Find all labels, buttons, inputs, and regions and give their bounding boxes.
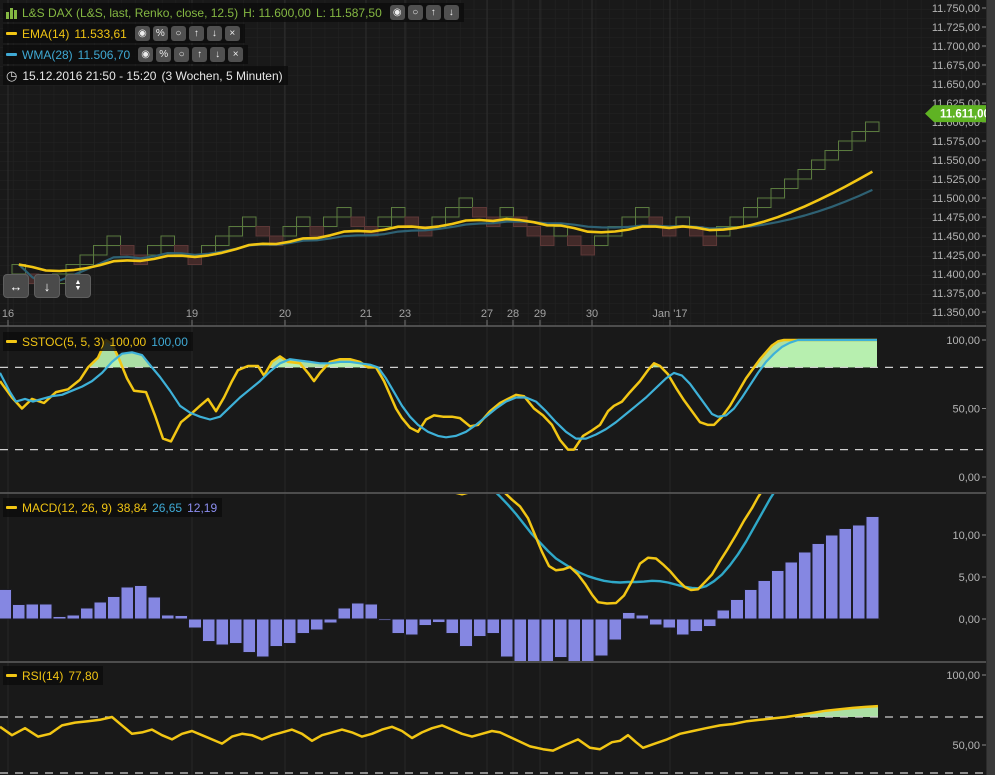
stochastic-label: SSTOC(5, 5, 3) (22, 334, 105, 349)
rsi-label: RSI(14) (22, 668, 64, 683)
svg-text:0,00: 0,00 (959, 472, 980, 484)
svg-text:11.525,00: 11.525,00 (932, 174, 980, 186)
svg-text:11.650,00: 11.650,00 (932, 79, 980, 91)
svg-text:11.725,00: 11.725,00 (932, 22, 980, 34)
clock-icon: ◷ (6, 68, 18, 83)
svg-text:11.611,00: 11.611,00 (940, 109, 990, 121)
stochastic-legend: SSTOC(5, 5, 3) 100,00 100,00 (3, 332, 193, 353)
wma-row: WMA(28) 11.506,70 ◉% ○ ↑ ↓ × (3, 45, 249, 64)
percent-button[interactable]: % (156, 47, 172, 62)
instrument-low: L: 11.587,50 (315, 5, 382, 20)
wma-label: WMA(28) (22, 47, 73, 62)
macd-hist-value: 12,19 (187, 500, 218, 515)
trading-chart-window: 11.750,00 11.725,00 11.700,00 11.675,00 11.6… (0, 0, 995, 775)
svg-text:5,00: 5,00 (959, 572, 980, 584)
svg-text:28: 28 (507, 308, 519, 320)
stochastic-legend-row: SSTOC(5, 5, 3) 100,00 100,00 (3, 332, 193, 351)
svg-text:100,00: 100,00 (946, 670, 980, 682)
svg-text:29: 29 (534, 308, 546, 320)
arrow-down-button[interactable]: ↓ (443, 5, 459, 20)
svg-text:27: 27 (481, 308, 493, 320)
rsi-value: 77,80 (68, 668, 99, 683)
circle-button[interactable]: ○ (407, 5, 423, 20)
stochastic-k-value: 100,00 (109, 334, 147, 349)
ema-label: EMA(14) (22, 26, 70, 41)
wma-value: 11.506,70 (77, 47, 131, 62)
svg-text:11.675,00: 11.675,00 (932, 60, 980, 72)
svg-text:100,00: 100,00 (946, 335, 980, 347)
scroll-down-button[interactable]: ↓ (34, 274, 60, 298)
close-button[interactable]: × (224, 26, 240, 41)
macd-signal-value: 26,65 (152, 500, 183, 515)
macd-label: MACD(12, 26, 9) (22, 500, 113, 515)
svg-text:11.500,00: 11.500,00 (932, 193, 980, 205)
rsi-legend: RSI(14) 77,80 (3, 666, 104, 687)
triangle-down-icon: ▼ (74, 285, 82, 292)
close-button[interactable]: × (228, 47, 244, 62)
instrument-icon (6, 7, 17, 19)
svg-text:11.475,00: 11.475,00 (932, 212, 980, 224)
instrument-toolbar: ◉ ○ ↑ ↓ (387, 5, 459, 20)
time-range-text: 15.12.2016 21:50 - 15:20 (22, 68, 157, 83)
svg-text:30: 30 (586, 308, 598, 320)
stochastic-color-swatch (6, 340, 17, 343)
macd-legend: MACD(12, 26, 9) 38,84 26,65 12,19 (3, 498, 223, 519)
circle-button[interactable]: ○ (170, 26, 186, 41)
time-range-row: ◷ 15.12.2016 21:50 - 15:20 (3 Wochen, 5 … (3, 66, 288, 85)
eye-button[interactable]: ◉ (134, 26, 150, 41)
rsi-color-swatch (6, 674, 17, 677)
svg-text:23: 23 (399, 308, 411, 320)
ema-toolbar: ◉% ○ ↑ ↓ × (132, 26, 240, 41)
rsi-legend-row: RSI(14) 77,80 (3, 666, 104, 685)
svg-text:11.700,00: 11.700,00 (932, 41, 980, 53)
svg-text:11.375,00: 11.375,00 (932, 288, 980, 300)
stochastic-d-value: 100,00 (151, 334, 188, 349)
arrow-up-button[interactable]: ↑ (425, 5, 441, 20)
instrument-row: L&S DAX (L&S, last, Renko, close, 12.5) … (3, 3, 464, 22)
scroll-horizontal-button[interactable]: ↔ (3, 274, 29, 298)
wma-color-swatch (6, 53, 17, 56)
svg-text:11.750,00: 11.750,00 (932, 3, 980, 15)
svg-text:16: 16 (2, 308, 14, 320)
svg-text:11.450,00: 11.450,00 (932, 231, 980, 243)
arrow-down-button[interactable]: ↓ (210, 47, 226, 62)
macd-legend-row: MACD(12, 26, 9) 38,84 26,65 12,19 (3, 498, 223, 517)
svg-text:11.575,00: 11.575,00 (932, 136, 980, 148)
svg-text:10,00: 10,00 (952, 530, 980, 542)
chart-canvas[interactable]: 11.750,00 11.725,00 11.700,00 11.675,00 11.6… (0, 0, 995, 775)
eye-button[interactable]: ◉ (138, 47, 154, 62)
wma-toolbar: ◉% ○ ↑ ↓ × (135, 47, 244, 62)
svg-text:11.550,00: 11.550,00 (932, 155, 980, 167)
arrow-up-button[interactable]: ↑ (188, 26, 204, 41)
fit-vertical-button[interactable]: ▲ ▼ (65, 274, 91, 298)
svg-text:21: 21 (360, 308, 372, 320)
chart-bottom-toolbar: ↔ ↓ ▲ ▼ (3, 274, 96, 298)
svg-text:Jan '17: Jan '17 (652, 308, 687, 320)
svg-text:19: 19 (186, 308, 198, 320)
macd-value: 38,84 (117, 500, 148, 515)
ema-color-swatch (6, 32, 17, 35)
arrow-down-button[interactable]: ↓ (206, 26, 222, 41)
eye-button[interactable]: ◉ (389, 5, 405, 20)
ema-row: EMA(14) 11.533,61 ◉% ○ ↑ ↓ × (3, 24, 245, 43)
last-price-tag: 11.611,00 (925, 105, 995, 123)
right-border-strip[interactable] (986, 0, 995, 775)
ema-value: 11.533,61 (74, 26, 127, 41)
macd-color-swatch (6, 506, 17, 509)
circle-button[interactable]: ○ (174, 47, 190, 62)
price-axis: 11.750,00 11.725,00 11.700,00 11.675,00 11.6… (932, 3, 987, 319)
svg-text:0,00: 0,00 (959, 614, 980, 626)
svg-text:50,00: 50,00 (952, 404, 980, 416)
instrument-title: L&S DAX (L&S, last, Renko, close, 12.5) (22, 5, 239, 20)
arrow-up-button[interactable]: ↑ (192, 47, 208, 62)
main-chart-legend: L&S DAX (L&S, last, Renko, close, 12.5) … (3, 3, 464, 87)
percent-button[interactable]: % (152, 26, 168, 41)
svg-text:50,00: 50,00 (952, 740, 980, 752)
svg-text:11.350,00: 11.350,00 (932, 307, 980, 319)
svg-text:20: 20 (279, 308, 291, 320)
svg-text:11.400,00: 11.400,00 (932, 269, 980, 281)
time-range-detail: (3 Wochen, 5 Minuten) (161, 68, 283, 83)
instrument-high: H: 11.600,00 (243, 5, 311, 20)
svg-text:11.425,00: 11.425,00 (932, 250, 980, 262)
